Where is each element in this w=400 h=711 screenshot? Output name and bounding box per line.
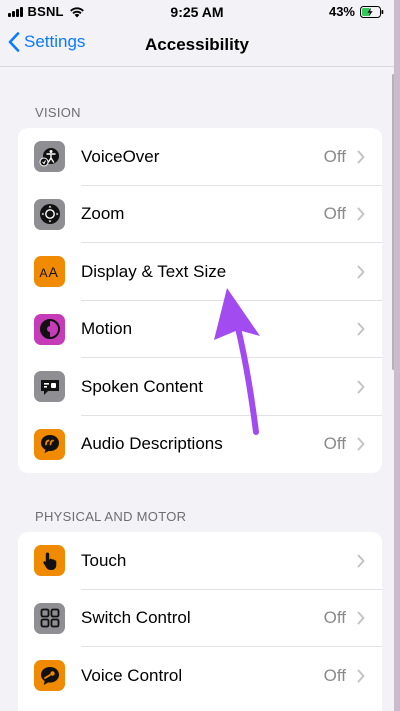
chevron-right-icon (357, 322, 365, 336)
row-motion[interactable]: Motion (18, 301, 382, 358)
battery-charging-icon (360, 5, 384, 18)
row-label: Audio Descriptions (81, 434, 223, 454)
voice-control-icon (34, 660, 65, 692)
row-label: Display & Text Size (81, 261, 227, 281)
row-voice-control[interactable]: Voice Control Off (18, 647, 382, 705)
chevron-right-icon (357, 554, 365, 568)
switch-control-icon (34, 602, 65, 634)
settings-group-physical-motor: Touch Switch Control Off Voice Control O… (18, 532, 382, 711)
motion-icon (34, 313, 65, 345)
row-label: Zoom (81, 204, 125, 224)
row-label: Voice Control (81, 665, 183, 685)
chevron-right-icon (357, 265, 365, 279)
zoom-icon (34, 198, 65, 230)
row-value: Off (323, 204, 346, 224)
audio-descriptions-icon (34, 428, 65, 460)
battery-percent: 43% (328, 4, 355, 19)
chevron-right-icon (357, 380, 365, 394)
chevron-right-icon (357, 150, 365, 164)
row-switch-control[interactable]: Switch Control Off (18, 590, 382, 647)
chevron-right-icon (357, 669, 365, 683)
row-label: Touch (81, 550, 127, 570)
row-label: VoiceOver (81, 146, 160, 166)
voiceover-icon (34, 141, 65, 173)
navigation-bar: Settings Accessibility (0, 26, 394, 66)
touch-icon (34, 545, 65, 577)
row-zoom[interactable]: Zoom Off (18, 186, 382, 243)
row-value: Off (323, 434, 346, 454)
settings-group-vision: VoiceOver Off Zoom Off AA Display & Text… (18, 128, 382, 473)
svg-text:A: A (48, 264, 58, 280)
section-header-physical-motor: PHYSICAL AND MOTOR (35, 509, 187, 524)
status-right: 43% (329, 4, 384, 19)
row-audio-descriptions[interactable]: Audio Descriptions Off (18, 416, 382, 474)
screen: BSNL 9:25 AM 43% Settings Accessibility … (0, 0, 394, 711)
page-border (394, 0, 400, 711)
row-value: Off (323, 608, 346, 628)
text-size-icon: AA (34, 256, 65, 288)
page-title: Accessibility (145, 35, 249, 54)
row-label: Motion (81, 319, 133, 339)
row-touch[interactable]: Touch (18, 532, 382, 590)
row-label: Spoken Content (81, 376, 203, 396)
status-bar: BSNL 9:25 AM 43% (0, 0, 394, 26)
row-display-text-size[interactable]: AA Display & Text Size (18, 243, 382, 301)
chevron-right-icon (357, 611, 365, 625)
row-spoken-content[interactable]: Spoken Content (18, 358, 382, 416)
row-voiceover[interactable]: VoiceOver Off (18, 128, 382, 186)
section-header-vision: VISION (35, 105, 81, 120)
chevron-right-icon (357, 437, 365, 451)
svg-text:A: A (39, 266, 47, 280)
nav-divider (0, 66, 394, 67)
spoken-content-icon (34, 371, 65, 403)
row-value: Off (323, 665, 346, 685)
row-value: Off (323, 146, 346, 166)
row-label: Switch Control (81, 608, 191, 628)
chevron-right-icon (357, 207, 365, 221)
